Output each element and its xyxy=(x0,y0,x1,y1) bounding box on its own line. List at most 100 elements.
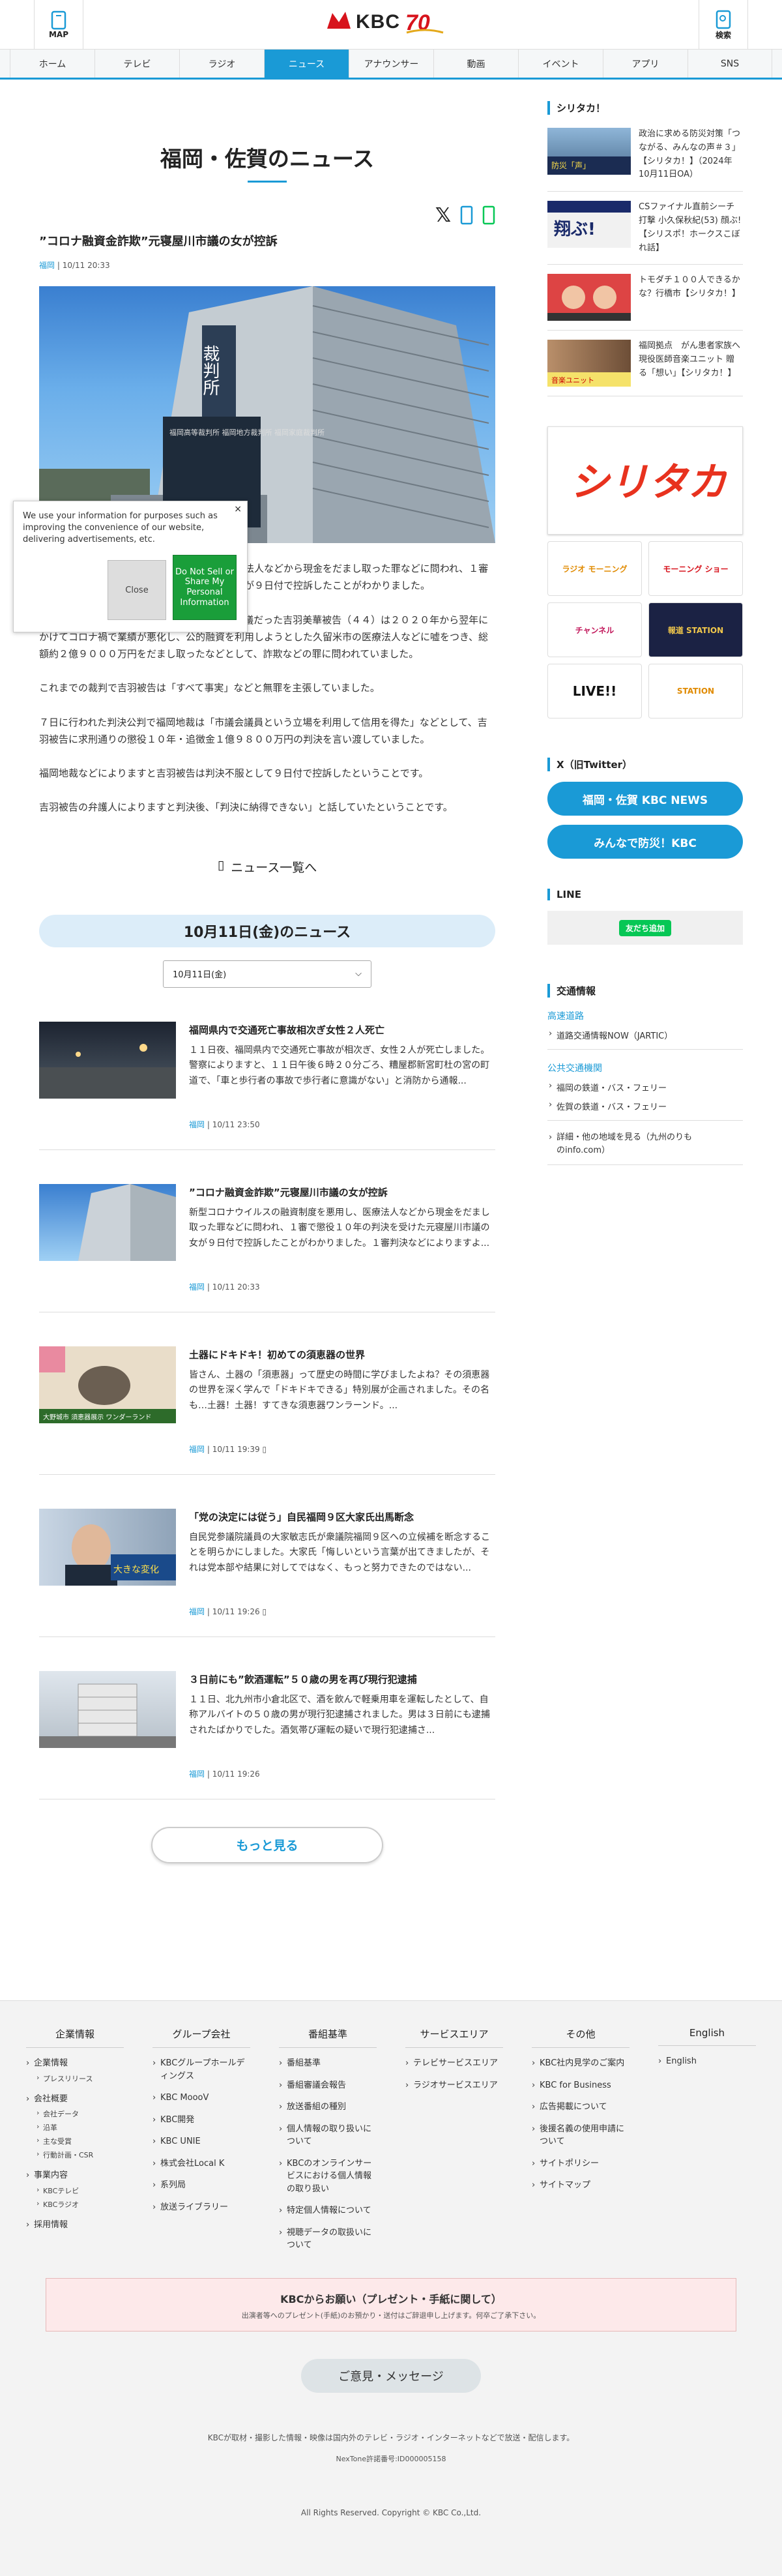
traffic-link[interactable]: 佐賀の鉄道・バス・フェリー xyxy=(547,1100,743,1112)
footer-link[interactable]: KBC社内見学のご案内 xyxy=(532,2057,630,2070)
program-banner[interactable]: LIVE!! xyxy=(547,664,642,719)
footer-link[interactable]: KBC開発 xyxy=(152,2114,250,2127)
feedback-button[interactable]: ご意見・メッセージ xyxy=(301,2358,481,2393)
footer-link[interactable]: テレビサービスエリア xyxy=(405,2057,503,2070)
program-banner[interactable]: 報道 STATION xyxy=(648,602,743,658)
news-item-title[interactable]: 土器にドキドキ！初めての須恵器の世界 xyxy=(189,1348,495,1361)
sidebar-item-title[interactable]: 福岡拠点 がん患者家族へ 現役医師音楽ユニット 贈る「想い」【シリタカ！】 xyxy=(639,340,743,387)
sidebar-item-title[interactable]: トモダチ１００人できるかな？行橋市【シリタカ！】 xyxy=(639,274,743,321)
news-item-category[interactable]: 福岡 xyxy=(189,1607,205,1616)
twitter-kbc-news-button[interactable]: 福岡・佐賀 KBC NEWS xyxy=(547,782,743,816)
footer-link[interactable]: ラジオサービスエリア xyxy=(405,2079,503,2092)
nav-radio[interactable]: ラジオ xyxy=(179,50,264,78)
sidebar-video-item[interactable]: 音楽ユニット 福岡拠点 がん患者家族へ 現役医師音楽ユニット 贈る「想い」【シリ… xyxy=(547,331,743,397)
footer-link[interactable]: 採用情報 xyxy=(26,2219,124,2232)
x-share-icon[interactable]: 𝕏 xyxy=(435,204,451,227)
footer-link[interactable]: 番組基準 xyxy=(279,2057,377,2070)
traffic-link[interactable]: 福岡の鉄道・バス・フェリー xyxy=(547,1081,743,1093)
footer-link[interactable]: 視聴データの取扱いについて xyxy=(279,2227,377,2252)
news-thumbnail[interactable] xyxy=(39,1670,176,1748)
close-icon[interactable]: × xyxy=(234,504,242,514)
sidebar-thumbnail[interactable]: 翔ぶ! xyxy=(547,201,631,248)
footer-link[interactable]: 株式会社Local K xyxy=(152,2157,250,2170)
footer-link[interactable]: 放送ライブラリー xyxy=(152,2201,250,2214)
nav-sns[interactable]: SNS xyxy=(688,50,772,78)
footer-link[interactable]: 放送番組の種別 xyxy=(279,2101,377,2114)
footer-link[interactable]: 事業内容 xyxy=(26,2169,124,2182)
footer-link[interactable]: KBCのオンラインサービスにおける個人情報の取り扱い xyxy=(279,2157,377,2196)
program-banner[interactable]: モーニング ショー xyxy=(648,541,743,597)
sidebar-video-item[interactable]: 翔ぶ! CSファイナル直前シーチ打撃 小久保秋紀(53) 顔ぶ!【シリスポ！ホー… xyxy=(547,192,743,265)
program-banner[interactable]: ラジオ モーニング xyxy=(547,541,642,597)
footer-link[interactable]: 特定個人情報について xyxy=(279,2204,377,2217)
footer-link[interactable]: English xyxy=(658,2055,756,2068)
kbc-logo[interactable]: KBC 70 xyxy=(326,9,444,35)
news-item[interactable]: 大野城市 須恵器展示 ワンダーランド 土器にドキドキ！初めての須恵器の世界 皆さん… xyxy=(39,1312,495,1475)
footer-link[interactable]: 番組審議会報告 xyxy=(279,2079,377,2092)
program-banner[interactable]: STATION xyxy=(648,664,743,719)
news-thumbnail[interactable]: 大野城市 須恵器展示 ワンダーランド xyxy=(39,1346,176,1423)
shiritaka-banner[interactable]: シリタカ! xyxy=(547,426,743,535)
news-item-category[interactable]: 福岡 xyxy=(189,1445,205,1454)
footer-link[interactable]: KBC MoooV xyxy=(152,2092,250,2105)
footer-link[interactable]: 後援名義の使用申請について xyxy=(532,2123,630,2148)
footer-sublink[interactable]: 主な受賞 xyxy=(26,2136,124,2146)
sidebar-item-title[interactable]: CSファイナル直前シーチ打撃 小久保秋紀(53) 顔ぶ!【シリスポ！ホークスこぼ… xyxy=(639,201,743,255)
do-not-sell-button[interactable]: Do Not Sell or Share My Personal Informa… xyxy=(173,555,237,620)
footer-link[interactable]: KBCグループホールディングス xyxy=(152,2057,250,2082)
news-item-title[interactable]: 「党の決定には従う」自民福岡９区大家氏出馬断念 xyxy=(189,1510,495,1524)
news-thumbnail[interactable]: 大きな変化 xyxy=(39,1508,176,1586)
footer-link[interactable]: KBC UNIE xyxy=(152,2135,250,2148)
news-item[interactable]: ３日前にも”飲酒運転”５０歳の男を再び現行犯逮捕 １１日、北九州市小倉北区で、酒を… xyxy=(39,1637,495,1799)
date-select[interactable]: 10月11日(金) ⌵ xyxy=(163,960,371,988)
line-add-friend-button[interactable]: 友だち追加 xyxy=(618,919,671,936)
footer-link[interactable]: KBC for Business xyxy=(532,2079,630,2092)
traffic-link[interactable]: 道路交通情報NOW（JARTIC） xyxy=(547,1029,743,1041)
news-item-title[interactable]: ３日前にも”飲酒運転”５０歳の男を再び現行犯逮捕 xyxy=(189,1672,495,1686)
sidebar-thumbnail[interactable]: 防災「声」 xyxy=(547,128,631,175)
nav-news[interactable]: ニュース xyxy=(264,50,349,78)
load-more-button[interactable]: もっと見る xyxy=(151,1826,383,1863)
footer-sublink[interactable]: 沿革 xyxy=(26,2122,124,2133)
footer-link[interactable]: 個人情報の取り扱いについて xyxy=(279,2123,377,2148)
nav-app[interactable]: アプリ xyxy=(603,50,688,78)
news-item-title[interactable]: ”コロナ融資金詐欺”元寝屋川市議の女が控訴 xyxy=(189,1185,495,1199)
nav-video[interactable]: 動画 xyxy=(433,50,518,78)
sidebar-thumbnail[interactable]: 音楽ユニット xyxy=(547,340,631,387)
footer-sublink[interactable]: プレスリリース xyxy=(26,2073,124,2084)
nav-announcer[interactable]: アナウンサー xyxy=(349,50,433,78)
article-category[interactable]: 福岡 xyxy=(39,261,55,270)
footer-link[interactable]: 系列局 xyxy=(152,2179,250,2192)
news-item-title[interactable]: 福岡県内で交通死亡事故相次ぎ女性２人死亡 xyxy=(189,1023,495,1037)
sidebar-video-item[interactable]: トモダチ１００人できるかな？行橋市【シリタカ！】 xyxy=(547,265,743,331)
sidebar-video-item[interactable]: 防災「声」 政治に求める防災対策「つながる、みんなの声＃３」【シリタカ！】（20… xyxy=(547,119,743,192)
consent-close-button[interactable]: Close xyxy=(108,560,166,620)
news-list-link[interactable]: ▯ ニュース一覧へ xyxy=(39,858,495,876)
news-item[interactable]: ”コロナ融資金詐欺”元寝屋川市議の女が控訴 新型コロナウイルスの融資制度を悪用し、… xyxy=(39,1150,495,1312)
footer-sublink[interactable]: 会社データ xyxy=(26,2109,124,2119)
traffic-link[interactable]: 詳細・他の地域を見る（九州のりものinfo.com） xyxy=(547,1131,697,1157)
news-item-category[interactable]: 福岡 xyxy=(189,1282,205,1292)
facebook-share-icon[interactable] xyxy=(460,205,473,225)
footer-link[interactable]: 会社概要 xyxy=(26,2093,124,2106)
footer-link[interactable]: 企業情報 xyxy=(26,2057,124,2070)
footer-link[interactable]: サイトマップ xyxy=(532,2179,630,2192)
footer-sublink[interactable]: KBCテレビ xyxy=(26,2185,124,2196)
footer-sublink[interactable]: 行動計画・CSR xyxy=(26,2150,124,2160)
nav-event[interactable]: イベント xyxy=(518,50,603,78)
sidebar-item-title[interactable]: 政治に求める防災対策「つながる、みんなの声＃３」【シリタカ！】（2024年10月… xyxy=(639,128,743,182)
footer-link[interactable]: サイトポリシー xyxy=(532,2157,630,2170)
news-item-category[interactable]: 福岡 xyxy=(189,1120,205,1129)
nav-home[interactable]: ホーム xyxy=(10,50,94,78)
program-banner[interactable]: チャンネル xyxy=(547,602,642,658)
news-item-category[interactable]: 福岡 xyxy=(189,1769,205,1779)
map-menu-button[interactable]: MAP xyxy=(34,0,83,50)
news-thumbnail[interactable] xyxy=(39,1021,176,1099)
footer-sublink[interactable]: KBCラジオ xyxy=(26,2199,124,2210)
twitter-bousai-button[interactable]: みんなで防災！KBC xyxy=(547,825,743,859)
news-thumbnail[interactable] xyxy=(39,1183,176,1261)
search-button[interactable]: 検索 xyxy=(699,0,748,50)
nav-tv[interactable]: テレビ xyxy=(94,50,179,78)
line-share-icon[interactable] xyxy=(482,205,495,225)
news-item[interactable]: 大きな変化 「党の決定には従う」自民福岡９区大家氏出馬断念 自民党参議院議員の大家… xyxy=(39,1475,495,1637)
